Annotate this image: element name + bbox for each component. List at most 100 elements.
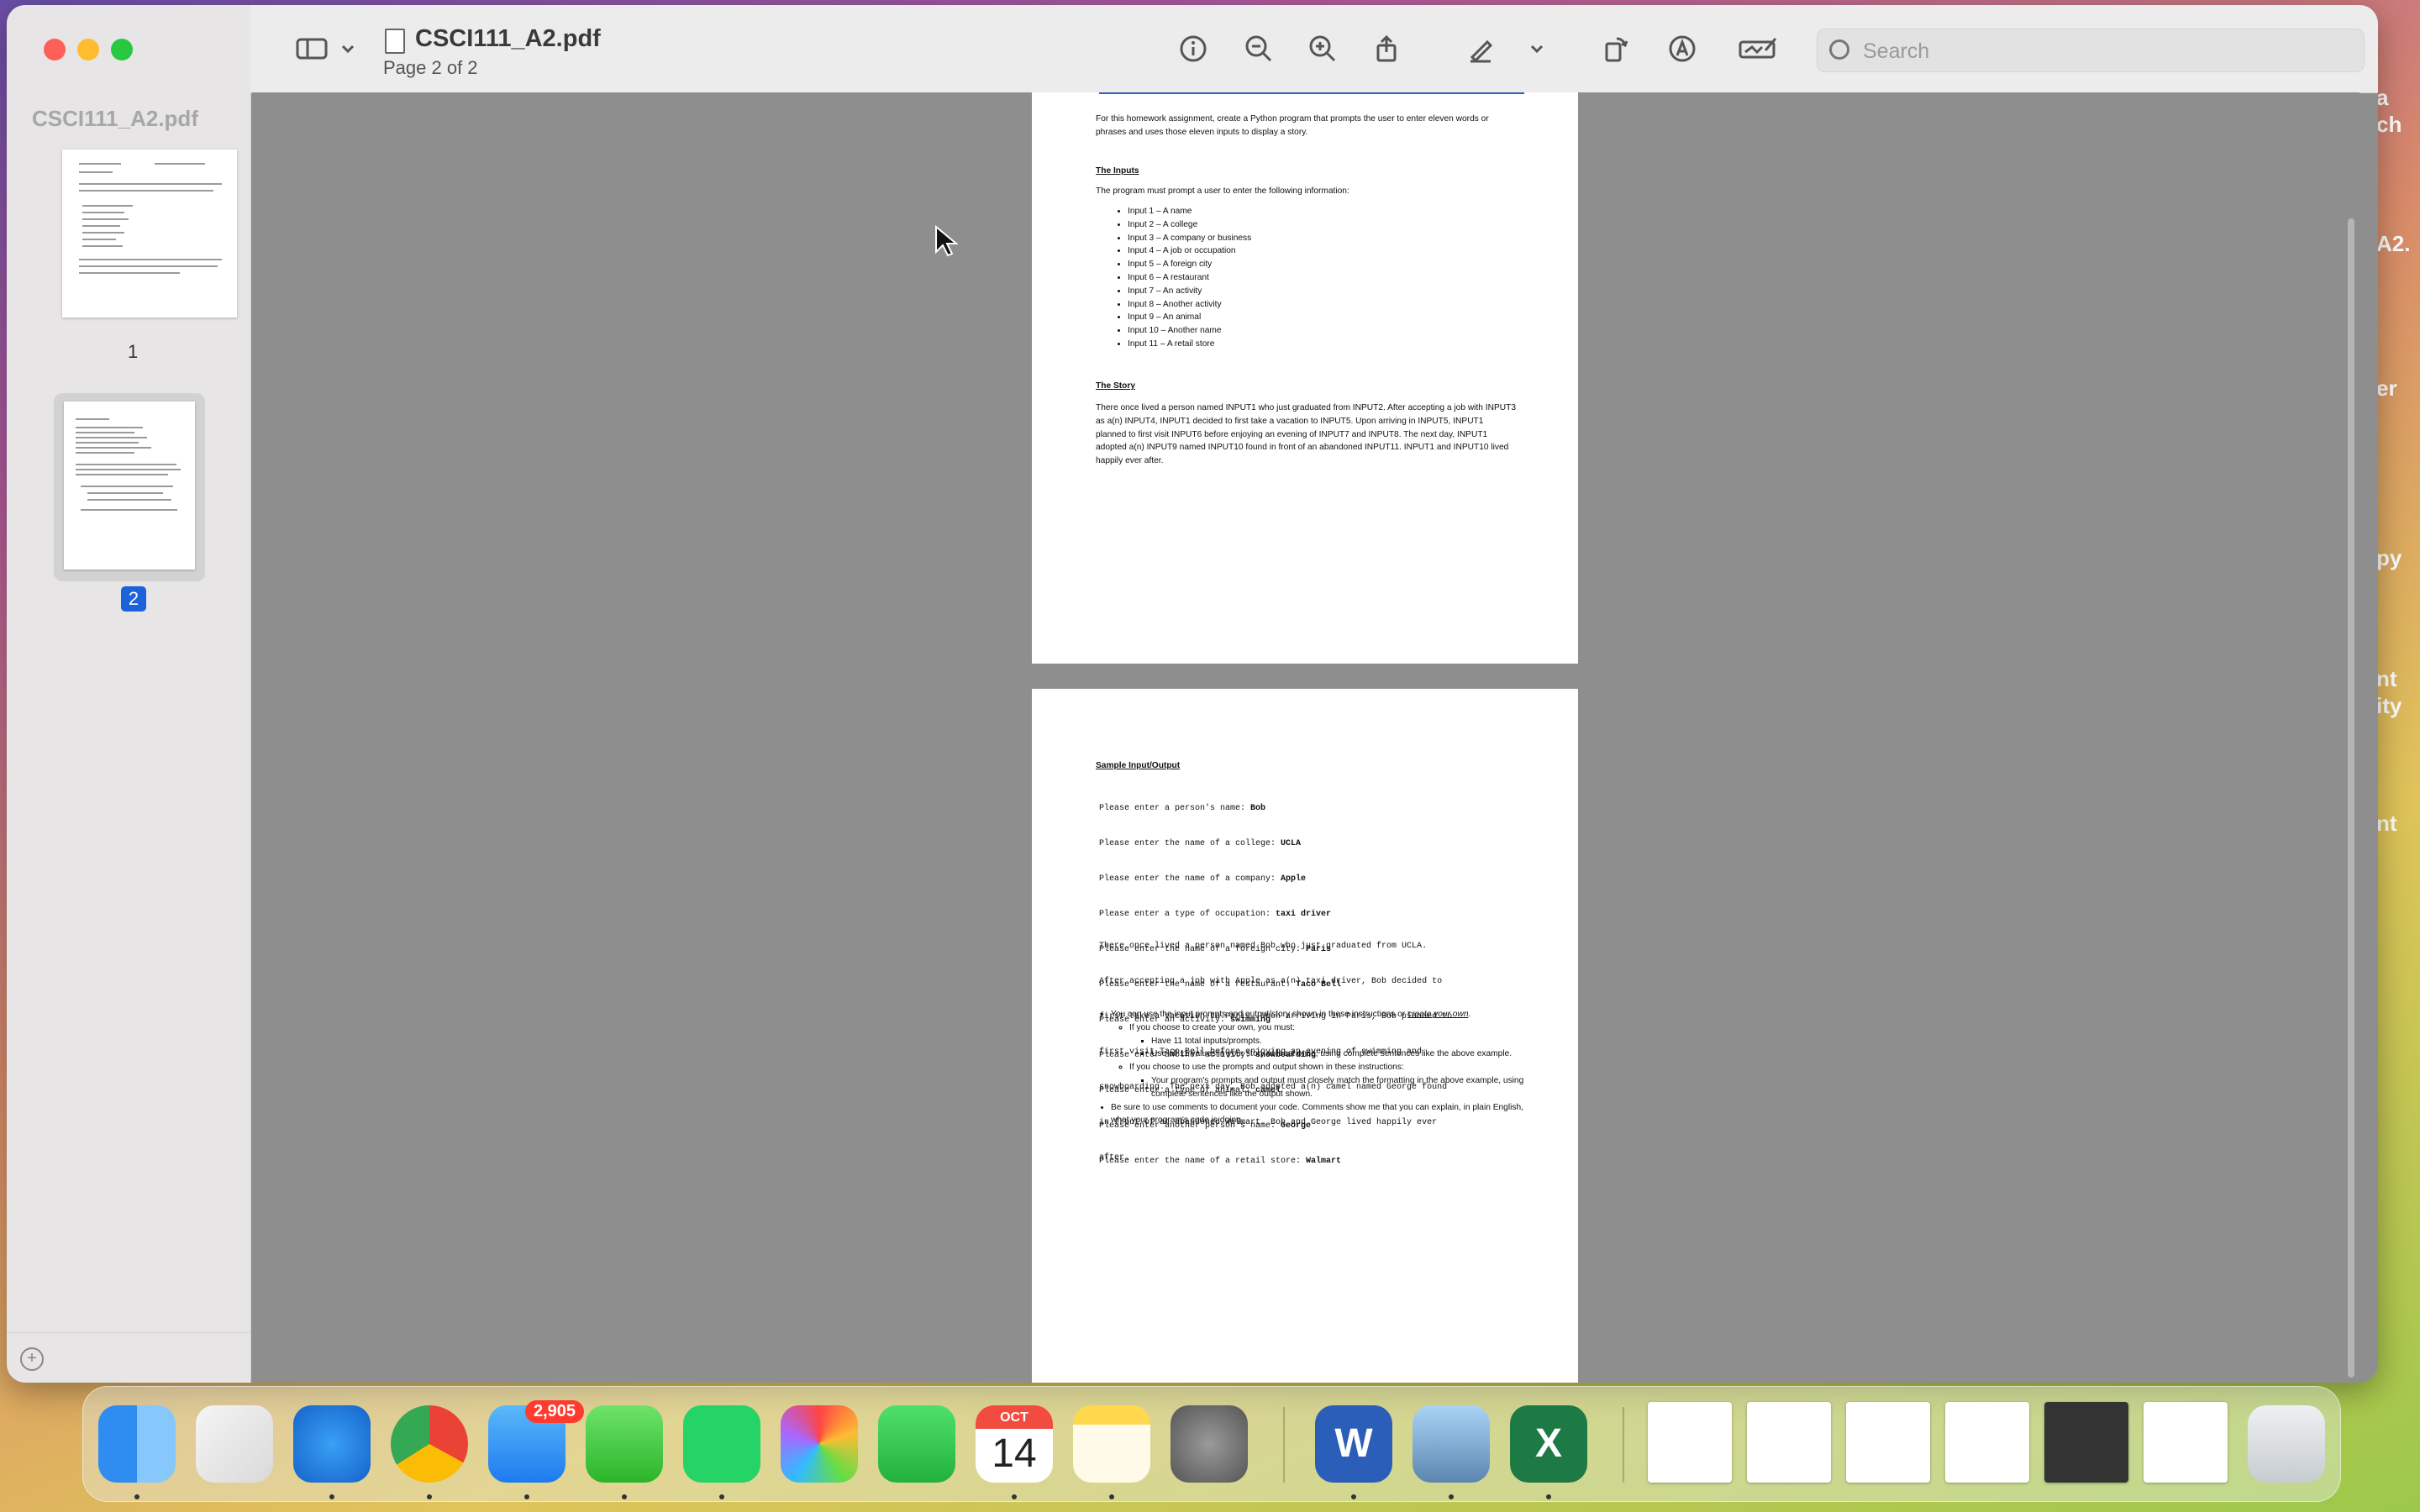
desktop-label: py (2376, 545, 2402, 570)
minimized-window[interactable] (2144, 1402, 2228, 1483)
facetime-dock-icon[interactable] (878, 1405, 955, 1483)
list-item: If you choose to create your own, you mu… (1129, 1021, 1531, 1061)
share-icon (1376, 34, 1397, 62)
desktop-label: nt (2376, 811, 2397, 836)
signature-button[interactable] (1733, 27, 1783, 71)
mail-dock-icon[interactable]: 2,905 (488, 1400, 584, 1483)
zoom-in-button[interactable] (1301, 27, 1344, 71)
running-indicator (1351, 1494, 1356, 1499)
sidebar-toggle-button[interactable] (279, 27, 373, 71)
vertical-scrollbar[interactable] (2348, 218, 2354, 1378)
search-placeholder: Search (1863, 39, 1930, 63)
system-settings-dock-icon[interactable] (1171, 1405, 1248, 1483)
notes-dock-icon[interactable] (1073, 1405, 1150, 1483)
story-paragraph: There once lived a person named INPUT1 w… (1096, 403, 1516, 466)
info-icon (1180, 35, 1207, 62)
search-field[interactable]: Search (1817, 29, 2365, 72)
add-page-icon[interactable]: + (20, 1347, 44, 1371)
dock-separator (1623, 1407, 1624, 1483)
running-indicator (1012, 1494, 1017, 1499)
running-indicator (719, 1494, 724, 1499)
minimize-window-button[interactable] (77, 39, 99, 60)
list-item: You can use the input prompts and output… (1111, 1008, 1531, 1101)
word-dock-icon[interactable]: W (1315, 1405, 1392, 1483)
toolbar: CSCI111_A2.pdf Page 2 of 2 Search (250, 5, 2378, 93)
page-rule (1099, 92, 1524, 94)
fullscreen-window-button[interactable] (111, 39, 133, 60)
annotate-button[interactable] (1660, 27, 1704, 71)
list-item: Input 2 – A college (1128, 218, 1251, 232)
chrome-dock-icon[interactable] (391, 1405, 468, 1483)
list-item: Input 4 – A job or occupation (1128, 244, 1251, 258)
markup-button[interactable] (1459, 27, 1502, 71)
excel-dock-icon[interactable]: X (1510, 1405, 1587, 1483)
signature-icon (1739, 38, 1777, 59)
minimized-window[interactable] (1648, 1402, 1732, 1483)
running-indicator (427, 1494, 432, 1499)
rotate-button[interactable] (1593, 27, 1637, 71)
markup-options-button[interactable] (1524, 27, 1549, 71)
inputs-lead: The program must prompt a user to enter … (1096, 186, 1349, 196)
info-button[interactable] (1171, 27, 1215, 71)
list-item: Input 9 – An animal (1128, 311, 1251, 324)
page-thumbnail-label-selected: 2 (121, 586, 146, 612)
running-indicator (1449, 1494, 1454, 1499)
calendar-month: OCT (1000, 1410, 1028, 1425)
whatsapp-dock-icon[interactable] (683, 1405, 760, 1483)
list-item: Input 10 – Another name (1128, 324, 1251, 338)
document-icon (385, 29, 405, 54)
preview-dock-icon[interactable] (1413, 1405, 1490, 1483)
list-item: Input 1 – A name (1128, 205, 1251, 218)
running-indicator (524, 1494, 529, 1499)
inputs-heading: The Inputs (1096, 166, 1139, 176)
desktop-label: ity (2376, 693, 2402, 718)
running-indicator (134, 1494, 139, 1499)
zoom-out-button[interactable] (1237, 27, 1281, 71)
minimized-window[interactable] (1747, 1402, 1831, 1483)
minimized-window[interactable] (1945, 1402, 2029, 1483)
safari-dock-icon[interactable] (293, 1405, 371, 1483)
page-thumbnail-label: 1 (128, 341, 139, 362)
list-item: Have 11 total inputs/prompts. (1151, 1035, 1531, 1048)
page-indicator: Page 2 of 2 (383, 57, 478, 78)
markup-pen-icon (1470, 39, 1493, 63)
zoom-in-icon (1309, 35, 1336, 62)
list-item: Input 5 – A foreign city (1128, 258, 1251, 271)
sidebar-divider (7, 1332, 250, 1333)
annotate-icon (1669, 35, 1696, 62)
page-thumbnail-2[interactable] (64, 402, 195, 570)
inputs-list: Input 1 – A name Input 2 – A college Inp… (1096, 205, 1251, 351)
minimized-window[interactable] (2044, 1402, 2128, 1483)
running-indicator (622, 1494, 627, 1499)
pdf-page-2: Sample Input/Output Please enter a perso… (1032, 689, 1578, 1383)
page-thumbnail-1[interactable] (62, 150, 237, 318)
close-window-button[interactable] (44, 39, 66, 60)
intro-paragraph: For this homework assignment, create a P… (1096, 114, 1489, 137)
trash-dock-icon[interactable] (2248, 1405, 2325, 1483)
mail-unread-badge: 2,905 (524, 1400, 584, 1423)
photos-dock-icon[interactable] (781, 1405, 858, 1483)
rotate-icon (1605, 37, 1628, 62)
share-button[interactable] (1365, 27, 1408, 71)
thumbnail-sidebar: CSCI111_A2.pdf 1 2 + (7, 5, 251, 1383)
sample-heading: Sample Input/Output (1096, 761, 1181, 770)
minimized-window[interactable] (1846, 1402, 1930, 1483)
preview-window: CSCI111_A2.pdf 1 2 + CSCI111_A2.pdf Page… (7, 5, 2378, 1383)
list-item: If you choose to use the prompts and out… (1129, 1061, 1531, 1100)
launchpad-dock-icon[interactable] (196, 1405, 273, 1483)
document-title[interactable]: CSCI111_A2.pdf (415, 25, 601, 53)
instructions-list: You can use the input prompts and output… (1082, 1008, 1531, 1127)
list-item: Input 7 – An activity (1128, 285, 1251, 298)
dock-separator (1283, 1407, 1285, 1483)
sidebar-title: CSCI111_A2.pdf (32, 106, 198, 131)
finder-dock-icon[interactable] (98, 1405, 176, 1483)
running-indicator (1109, 1494, 1114, 1499)
list-item: Input 11 – A retail store (1128, 338, 1251, 351)
list-item: Input 6 – A restaurant (1128, 271, 1251, 285)
running-indicator (329, 1494, 334, 1499)
calendar-dock-icon[interactable]: OCT 14 (976, 1405, 1053, 1483)
running-indicator (1546, 1494, 1551, 1499)
messages-dock-icon[interactable] (586, 1405, 663, 1483)
mouse-cursor-icon (935, 225, 958, 257)
document-view[interactable]: For this homework assignment, create a P… (252, 92, 2360, 1383)
